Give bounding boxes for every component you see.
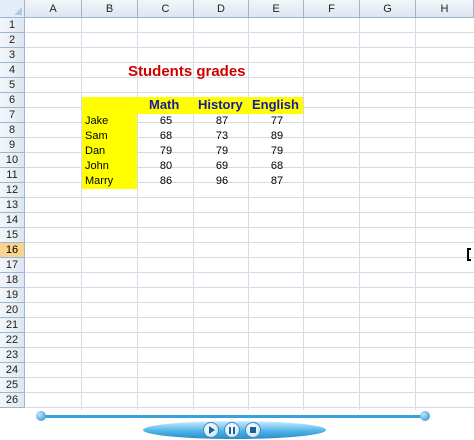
row-header[interactable]: 23 [0, 348, 25, 363]
row-header[interactable]: 2 [0, 33, 25, 48]
row-header[interactable]: 24 [0, 363, 25, 378]
row-header[interactable]: 18 [0, 273, 25, 288]
column-header-f[interactable]: F [304, 0, 360, 18]
row-header[interactable]: 25 [0, 378, 25, 393]
progress-start-knob[interactable] [36, 411, 46, 421]
english-grade-cell[interactable]: 89 [249, 129, 305, 144]
row-header[interactable]: 13 [0, 198, 25, 213]
math-grade-cell[interactable]: 68 [138, 129, 194, 144]
english-grade-cell[interactable]: 79 [249, 144, 305, 159]
english-grade-cell[interactable]: 87 [249, 174, 305, 189]
history-grade-cell[interactable]: 79 [194, 144, 250, 159]
column-header-e[interactable]: E [249, 0, 304, 18]
student-name-cell[interactable]: Sam [85, 129, 108, 144]
math-grade-cell[interactable]: 86 [138, 174, 194, 189]
english-grade-cell[interactable]: 77 [249, 114, 305, 129]
history-grade-cell[interactable]: 69 [194, 159, 250, 174]
sheet-title[interactable]: Students grades [128, 63, 246, 80]
stop-icon [250, 427, 256, 433]
spreadsheet: A B C D E F G H 1 2 3 4 5 6 7 8 9 10 11 12 13 14 15 16 1… [0, 0, 474, 410]
media-player-bar [0, 410, 474, 440]
progress-track[interactable] [40, 415, 426, 418]
math-grade-cell[interactable]: 65 [138, 114, 194, 129]
row-header[interactable]: 26 [0, 393, 25, 408]
column-header-h[interactable]: H [416, 0, 474, 18]
play-icon [209, 426, 215, 434]
text-cursor-icon [467, 248, 471, 261]
row-header[interactable]: 22 [0, 333, 25, 348]
row-header[interactable]: 6 [0, 93, 25, 108]
stop-button[interactable] [245, 422, 261, 438]
history-grade-cell[interactable]: 96 [194, 174, 250, 189]
pause-button[interactable] [224, 422, 240, 438]
row-header[interactable]: 10 [0, 153, 25, 168]
english-grade-cell[interactable]: 68 [249, 159, 305, 174]
row-header[interactable]: 9 [0, 138, 25, 153]
column-header-d[interactable]: D [194, 0, 249, 18]
row-header[interactable]: 20 [0, 303, 25, 318]
row-header[interactable]: 15 [0, 228, 25, 243]
math-grade-cell[interactable]: 80 [138, 159, 194, 174]
header-math[interactable]: Math [149, 97, 179, 113]
row-header[interactable]: 5 [0, 78, 25, 93]
math-grade-cell[interactable]: 79 [138, 144, 194, 159]
row-header[interactable]: 7 [0, 108, 25, 123]
row-header[interactable]: 16 [0, 243, 25, 258]
row-header[interactable]: 1 [0, 18, 25, 33]
student-name-cell[interactable]: John [85, 159, 109, 174]
header-english[interactable]: English [252, 97, 299, 113]
pause-icon [229, 426, 235, 434]
column-header-g[interactable]: G [360, 0, 416, 18]
history-grade-cell[interactable]: 87 [194, 114, 250, 129]
row-header[interactable]: 3 [0, 48, 25, 63]
student-name-cell[interactable]: Marry [85, 174, 113, 189]
row-header[interactable]: 17 [0, 258, 25, 273]
row-header[interactable]: 4 [0, 63, 25, 78]
column-header-a[interactable]: A [25, 0, 82, 18]
select-all-corner[interactable] [0, 0, 25, 18]
history-grade-cell[interactable]: 73 [194, 129, 250, 144]
row-header[interactable]: 11 [0, 168, 25, 183]
column-header-c[interactable]: C [138, 0, 194, 18]
row-header[interactable]: 12 [0, 183, 25, 198]
header-history[interactable]: History [198, 97, 243, 113]
row-header[interactable]: 21 [0, 318, 25, 333]
column-header-b[interactable]: B [82, 0, 138, 18]
student-name-cell[interactable]: Dan [85, 144, 105, 159]
play-button[interactable] [203, 422, 219, 438]
progress-end-knob[interactable] [420, 411, 430, 421]
row-header[interactable]: 14 [0, 213, 25, 228]
row-header[interactable]: 19 [0, 288, 25, 303]
row-header[interactable]: 8 [0, 123, 25, 138]
student-name-cell[interactable]: Jake [85, 114, 108, 129]
